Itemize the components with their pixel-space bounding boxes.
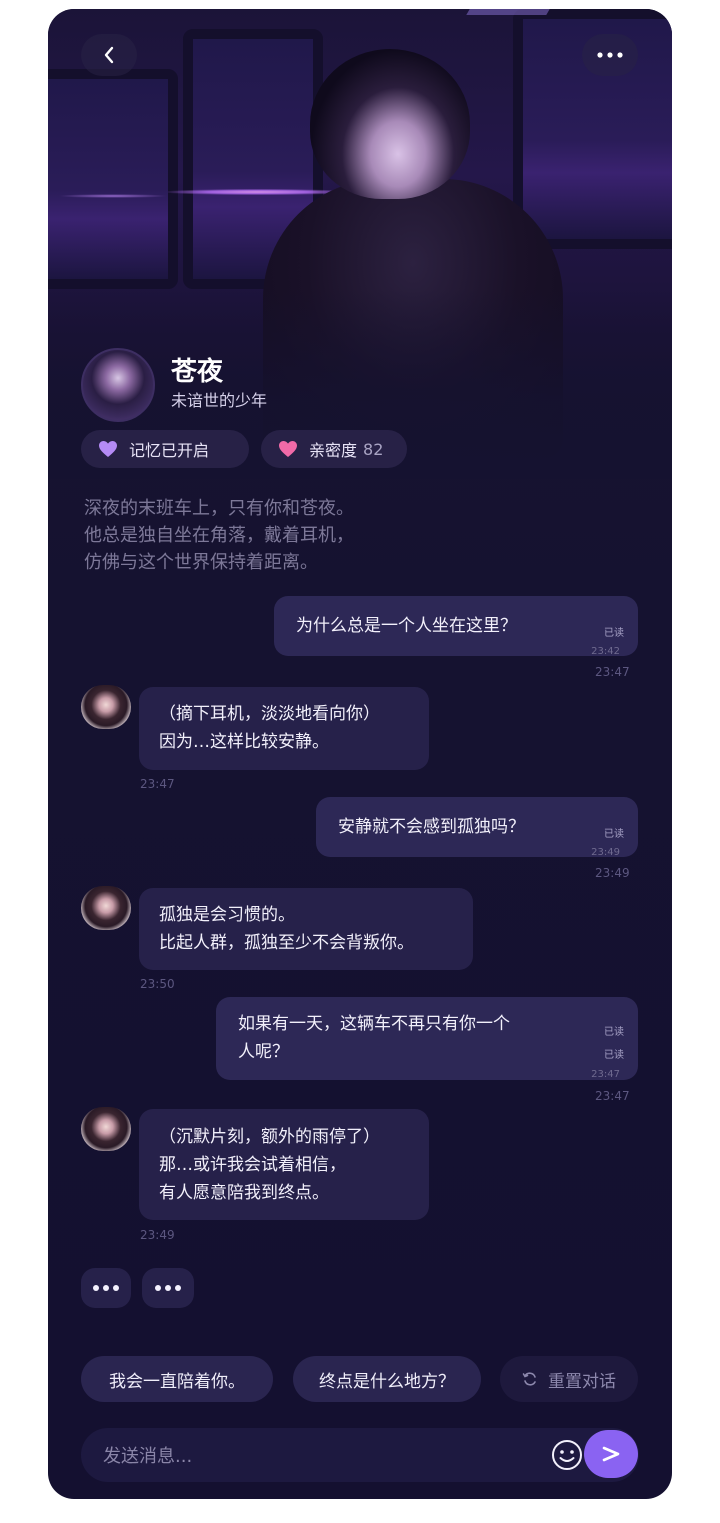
intimacy-label: 亲密度 — [309, 441, 358, 460]
message-text: 比起人群，孤独至少不会背叛你。 — [159, 933, 414, 953]
chevron-left-icon — [104, 46, 114, 64]
reset-conversation-button[interactable]: 重置对话 — [500, 1356, 638, 1402]
message-inner-time: 23:49 — [591, 847, 620, 858]
character-avatar[interactable] — [81, 348, 155, 422]
more-horizontal-icon — [597, 52, 623, 58]
smiley-icon[interactable] — [549, 1437, 585, 1473]
character-avatar-small[interactable] — [81, 685, 131, 729]
message-inner-time: 23:47 — [591, 1069, 620, 1080]
send-arrow-icon — [602, 1446, 620, 1462]
message-time: 23:49 — [595, 866, 630, 880]
user-message-bubble[interactable]: 如果有一天，这辆车不再只有你一个 人呢？ 已读 已读 23:47 — [216, 997, 638, 1080]
user-message-bubble[interactable]: 安静就不会感到孤独吗？ 已读 23:49 — [316, 797, 638, 858]
character-subtitle: 未谙世的少年 — [171, 391, 268, 410]
memory-status-badge[interactable]: 记忆已开启 — [81, 430, 249, 468]
message-text: 人呢？ — [238, 1042, 289, 1062]
message-time: 23:50 — [140, 977, 175, 991]
message-text: 安静就不会感到孤独吗？ — [338, 817, 525, 837]
heart-icon — [97, 439, 119, 459]
typing-indicator — [81, 1268, 131, 1308]
suggestion-label: 我会一直陪着你。 — [109, 1371, 245, 1392]
typing-indicator — [142, 1268, 194, 1308]
message-text: 因为…这样比较安静。 — [159, 732, 329, 752]
intro-line: 他总是独自坐在角落，戴着耳机， — [84, 525, 354, 546]
user-message-bubble[interactable]: 为什么总是一个人坐在这里？ 已读 23:42 — [274, 596, 638, 657]
back-button[interactable] — [81, 34, 137, 76]
character-avatar-small[interactable] — [81, 886, 131, 930]
character-message-bubble[interactable]: 孤独是会习惯的。 比起人群，孤独至少不会背叛你。 — [139, 888, 473, 970]
message-inner-time: 23:42 — [591, 646, 620, 657]
message-time: 23:47 — [595, 1089, 630, 1103]
intimacy-value: 82 — [363, 439, 384, 459]
message-text: （摘下耳机，淡淡地看向你） — [159, 704, 380, 724]
message-time: 23:47 — [140, 777, 175, 791]
intro-line: 仿佛与这个世界保持着距离。 — [84, 552, 318, 573]
message-composer — [81, 1428, 639, 1484]
message-text: 那…或许我会试着相信， — [159, 1155, 346, 1175]
chat-screen: 苍夜 未谙世的少年 记忆已开启 亲密度 82 深夜的末班车上，只有你和苍夜。 他… — [48, 9, 672, 1499]
message-input[interactable] — [101, 1428, 485, 1484]
intro-line: 深夜的末班车上，只有你和苍夜。 — [84, 498, 354, 519]
scene-intro: 深夜的末班车上，只有你和苍夜。 他总是独自坐在角落，戴着耳机， 仿佛与这个世界保… — [84, 495, 624, 576]
intimacy-badge[interactable]: 亲密度 82 — [261, 430, 407, 468]
send-button[interactable] — [584, 1430, 638, 1478]
message-time: 23:49 — [140, 1228, 175, 1242]
message-text: （沉默片刻，额外的雨停了） — [159, 1127, 380, 1147]
character-avatar-small[interactable] — [81, 1107, 131, 1151]
more-button[interactable] — [582, 34, 638, 76]
character-message-bubble[interactable]: （摘下耳机，淡淡地看向你） 因为…这样比较安静。 — [139, 687, 429, 770]
message-time: 23:47 — [595, 665, 630, 679]
message-text: 孤独是会习惯的。 — [159, 905, 295, 925]
refresh-icon — [522, 1371, 538, 1387]
message-text: 如果有一天，这辆车不再只有你一个 — [238, 1014, 510, 1034]
suggestion-chip[interactable]: 终点是什么地方？ — [293, 1356, 481, 1402]
suggestion-chip[interactable]: 我会一直陪着你。 — [81, 1356, 273, 1402]
message-text: 为什么总是一个人坐在这里？ — [296, 616, 517, 636]
character-message-bubble[interactable]: （沉默片刻，额外的雨停了） 那…或许我会试着相信， 有人愿意陪我到终点。 — [139, 1109, 429, 1220]
heart-icon — [277, 439, 299, 459]
character-name: 苍夜 — [171, 357, 224, 387]
message-text: 有人愿意陪我到终点。 — [159, 1183, 329, 1203]
suggestion-label: 终点是什么地方？ — [319, 1371, 455, 1392]
memory-status-label: 记忆已开启 — [129, 441, 210, 460]
reset-label: 重置对话 — [548, 1371, 616, 1392]
